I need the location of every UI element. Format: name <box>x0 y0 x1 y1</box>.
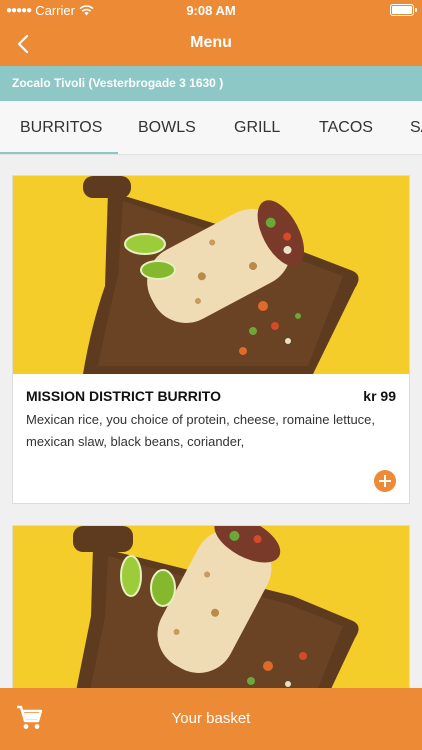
active-tab-indicator <box>0 152 118 154</box>
menu-item-card[interactable] <box>12 525 410 705</box>
status-time: 9:08 AM <box>186 3 236 18</box>
basket-bar[interactable]: Your basket <box>0 688 422 750</box>
item-description: Mexican rice, you choice of protein, che… <box>26 412 376 449</box>
page-title: Menu <box>190 34 232 51</box>
battery-icon <box>390 4 417 16</box>
status-bar: ●●●●● Carrier 9:08 AM <box>0 0 422 22</box>
tab-bowls[interactable]: BOWLS <box>138 119 196 137</box>
burrito-photo <box>13 176 409 374</box>
tab-burritos[interactable]: BURRITOS <box>20 119 102 137</box>
add-to-basket-button[interactable] <box>374 470 396 492</box>
tab-tacos[interactable]: TACOS <box>319 119 373 137</box>
menu-item-card[interactable]: MISSION DISTRICT BURRITO kr 99 Mexican r… <box>12 175 410 504</box>
restaurant-location: Zocalo Tivoli (Vesterbrogade 3 1630 ) <box>0 66 422 101</box>
item-name: MISSION DISTRICT BURRITO <box>26 388 221 404</box>
nav-bar: Menu <box>0 22 422 66</box>
app-header: ●●●●● Carrier 9:08 AM Menu <box>0 0 422 66</box>
tab-grill[interactable]: GRILL <box>234 119 280 137</box>
tab-salads[interactable]: SALADS <box>410 119 422 137</box>
item-price: kr 99 <box>363 388 396 404</box>
burrito-photo <box>13 526 409 704</box>
category-tabs: BURRITOS BOWLS GRILL TACOS SALADS <box>0 101 422 155</box>
basket-label: Your basket <box>171 710 251 727</box>
